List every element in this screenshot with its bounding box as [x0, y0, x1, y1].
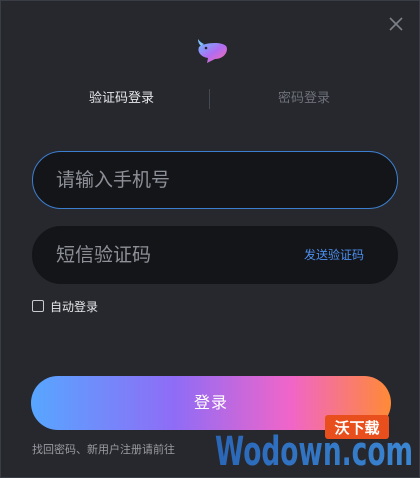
tab-sms-login[interactable]: 验证码登录 [89, 87, 154, 111]
sms-code-field: 发送验证码 [32, 226, 398, 284]
auto-login-checkbox[interactable] [32, 300, 44, 312]
footer-hint: 找回密码、新用户注册请前往 [32, 443, 175, 456]
app-logo-icon [195, 37, 229, 65]
close-icon [389, 17, 403, 31]
auto-login-option[interactable]: 自动登录 [32, 298, 98, 314]
auto-login-label: 自动登录 [50, 299, 99, 314]
tab-divider [209, 89, 210, 109]
login-window: 验证码登录 密码登录 发送验证码 自动登录 登录 找回密码、新用户注册请前往 沃… [0, 0, 420, 478]
login-tabs: 验证码登录 密码登录 [1, 87, 420, 111]
phone-input[interactable] [56, 152, 376, 208]
sms-code-input[interactable] [56, 227, 296, 283]
phone-field [32, 151, 398, 209]
send-code-link[interactable]: 发送验证码 [304, 227, 364, 283]
login-button[interactable]: 登录 [31, 376, 391, 430]
close-button[interactable] [387, 15, 405, 33]
tab-password-login[interactable]: 密码登录 [278, 87, 330, 111]
